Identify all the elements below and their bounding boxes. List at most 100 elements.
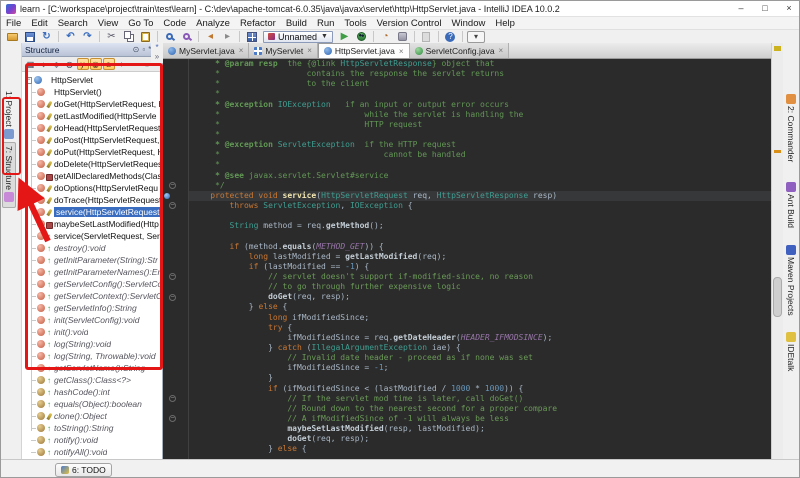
code-line[interactable]: // servlet doesn't support if-modified-s… [189,272,771,282]
tree-item[interactable]: doDelete(HttpServletReques [22,158,162,170]
menu-refactor[interactable]: Refactor [235,17,281,30]
tree-item[interactable]: ↑ log(String):void [22,338,162,350]
menu-tools[interactable]: Tools [339,17,371,30]
code-line[interactable]: throws ServletException, IOException { [189,201,771,211]
tree-item[interactable]: ↑ service(ServletRequest, Serv [22,230,162,242]
find-icon[interactable] [162,30,177,43]
code-line[interactable]: * @exception IOException if an input or … [189,100,771,110]
menu-code[interactable]: Code [158,17,191,30]
tree-item[interactable]: doOptions(HttpServletRequ [22,182,162,194]
code-line[interactable]: * @exception ServletException if the HTT… [189,140,771,150]
toolwindow-button-2-commander[interactable]: 2: Commander [784,88,798,166]
sort-alphabetically-icon[interactable]: a [102,58,115,70]
code-line[interactable]: // Invalid date header - proceed as if n… [189,353,771,363]
code-line[interactable]: } else { [189,302,771,312]
code-line[interactable]: * contains the response the servlet retu… [189,69,771,79]
sort-by-visibility-icon[interactable]: ↕ [38,58,50,70]
settings-icon[interactable] [244,30,259,43]
tree-item[interactable]: ↑ getClass():Class<?> [22,374,162,386]
fold-marker-icon[interactable]: − [169,273,176,281]
float-icon[interactable]: ▫ [142,44,145,56]
forward-icon[interactable]: ▸ [220,30,235,43]
show-fields-icon[interactable]: ▦ [25,58,37,70]
code-line[interactable]: ifModifiedSince = req.getDateHeader(HEAD… [189,333,771,343]
code-line[interactable]: * @param resp the {@link HttpServletResp… [189,59,771,69]
expand-all-icon[interactable]: + [116,58,128,70]
tree-item[interactable]: ↑ log(String, Throwable):void [22,350,162,362]
tree-item[interactable]: service(HttpServletRequest, [22,206,162,218]
tree-item[interactable]: getAllDeclaredMethods(Clas [22,170,162,182]
code-line[interactable]: // If the servlet mod time is later, cal… [189,394,771,404]
error-stripe-mark[interactable] [774,150,781,153]
copy-icon[interactable] [121,30,136,43]
menu-view[interactable]: View [93,17,123,30]
tree-item[interactable]: ↑ getServletContext():ServletC [22,290,162,302]
tree-item[interactable]: − HttpServlet [22,74,162,86]
tree-item[interactable]: getLastModified(HttpServle [22,110,162,122]
menu-run[interactable]: Run [312,17,339,30]
code-line[interactable]: } else { [189,444,771,454]
tab-close-icon[interactable]: × [499,46,504,55]
tree-item[interactable]: ↑ getServletInfo():String [22,302,162,314]
open-icon[interactable] [5,30,20,43]
panel-corner-buttons[interactable]: * » [151,43,163,63]
tree-item[interactable]: ↑ getServletConfig():ServletCo [22,278,162,290]
scroll-to-source-icon[interactable]: * [151,43,163,52]
show-non-public-icon[interactable]: y [76,58,89,70]
expander-icon[interactable]: − [25,76,32,84]
code-line[interactable]: // Round down to the nearest second for … [189,404,771,414]
tree-item[interactable]: ↑ equals(Object):boolean [22,398,162,410]
error-stripe-mark[interactable] [774,46,781,51]
tree-item[interactable]: ↑ init():void [22,326,162,338]
menu-file[interactable]: File [1,17,26,30]
code-line[interactable]: */ [189,181,771,191]
code-line[interactable]: long ifModifiedSince; [189,313,771,323]
replace-icon[interactable] [179,30,194,43]
help-icon[interactable]: ? [443,30,458,43]
show-read-write-icon[interactable]: ◉ [89,58,102,70]
tree-item[interactable]: doPut(HttpServletRequest, H [22,146,162,158]
fold-marker-icon[interactable]: − [169,415,176,423]
tree-item[interactable]: ↑ notifyAll():void [22,446,162,458]
code-line[interactable] [189,211,771,221]
code-line[interactable]: if (method.equals(METHOD_GET)) { [189,242,771,252]
close-button[interactable]: × [777,1,799,17]
code-line[interactable]: maybeSetLastModified(resp, lastModified)… [189,424,771,434]
tab-close-icon[interactable]: × [399,47,404,56]
code-line[interactable]: * to the client [189,79,771,89]
run-configuration-selector[interactable]: Unnamed ▼ [263,30,333,43]
code-line[interactable]: if (lastModified == -1) { [189,262,771,272]
paste-icon[interactable] [138,30,153,43]
tab-close-icon[interactable]: × [239,46,244,55]
code-line[interactable]: long lastModified = getLastModified(req)… [189,252,771,262]
toolwindow-button-1-project[interactable]: 1: Project [2,87,16,145]
menu-edit[interactable]: Edit [26,17,52,30]
tree-item[interactable]: ↑ hashCode():int [22,386,162,398]
menu-search[interactable]: Search [53,17,93,30]
fold-marker-icon[interactable]: − [169,395,176,403]
scrollbar-thumb[interactable] [773,277,782,317]
tree-item[interactable]: doHead(HttpServletRequest [22,122,162,134]
menu-build[interactable]: Build [281,17,312,30]
debug-icon[interactable] [354,30,369,43]
code-line[interactable]: * cannot be handled [189,150,771,160]
tree-item[interactable]: ↑ getServletName():String [22,362,162,374]
save-icon[interactable] [22,30,37,43]
export-icon[interactable] [419,30,434,43]
menu-analyze[interactable]: Analyze [191,17,235,30]
code-line[interactable]: doGet(req, resp); [189,292,771,302]
coverage-icon[interactable]: ◔ [378,30,393,43]
code-line[interactable]: doGet(req, resp); [189,434,771,444]
minimize-button[interactable]: – [729,1,753,17]
menu-go-to[interactable]: Go To [123,17,158,30]
code-line[interactable]: * [189,160,771,170]
toolwindow-button-idetalk[interactable]: IDEtalk [784,326,798,375]
tab-myservlet-java[interactable]: MyServlet.java × [163,43,250,58]
collapse-all-icon[interactable]: − [129,58,141,70]
back-icon[interactable]: ◂ [203,30,218,43]
group-properties-icon[interactable]: ◍ [64,58,76,70]
code-line[interactable]: // to go through further expensive logic [189,282,771,292]
toolwindow-button-ant-build[interactable]: Ant Build [784,176,798,232]
tree-item[interactable]: ↑ toString():String [22,422,162,434]
fold-marker-icon[interactable]: − [169,293,176,301]
